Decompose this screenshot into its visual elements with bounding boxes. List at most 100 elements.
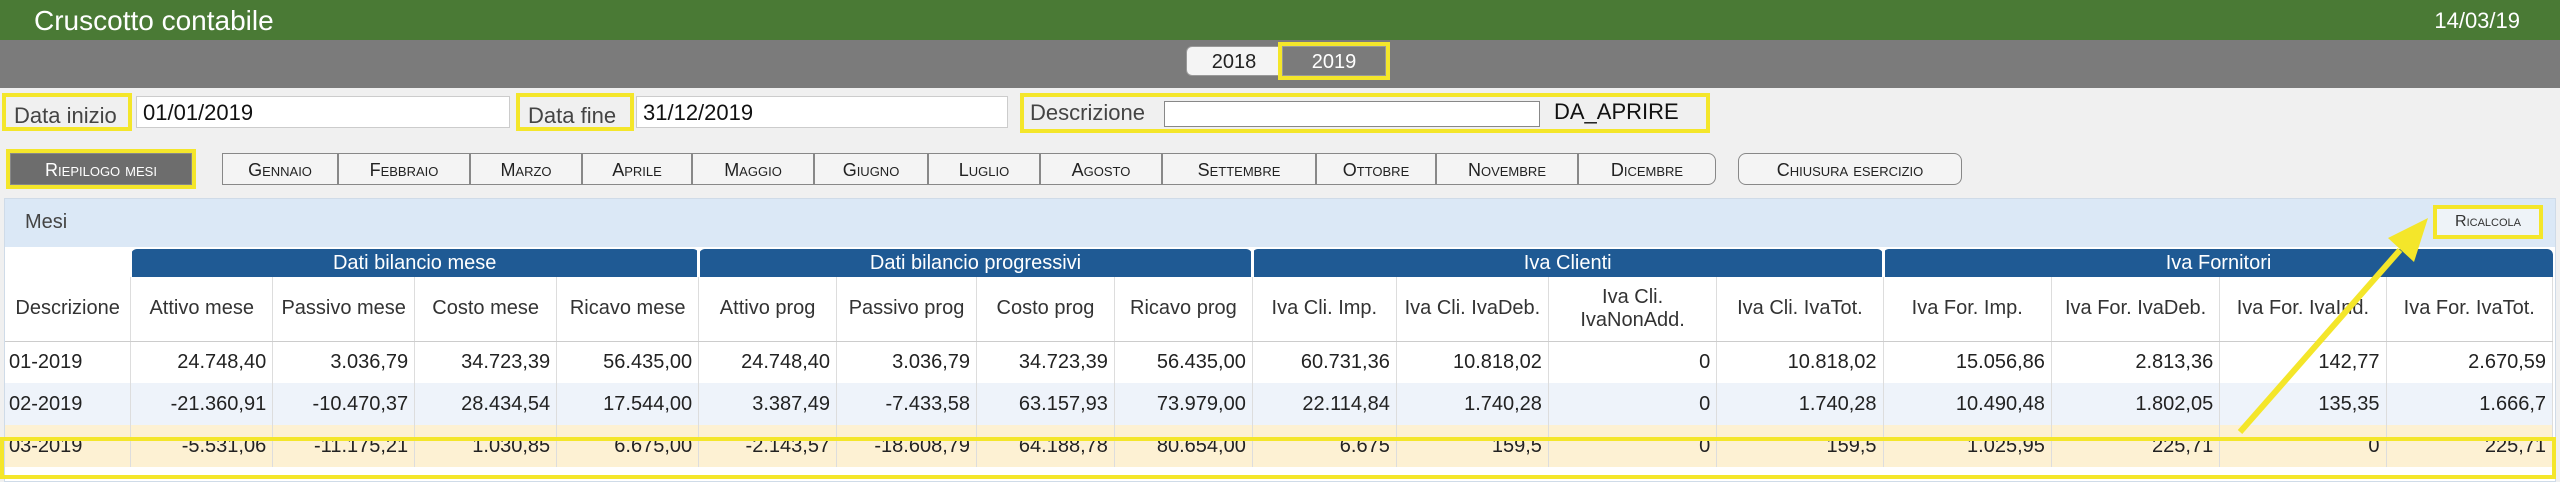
table-cell: 1.740,28	[1716, 383, 1884, 425]
col-descrizione[interactable]: Descrizione	[5, 277, 132, 342]
col-iva-cli-ivadeb[interactable]: Iva Cli. IvaDeb.	[1396, 277, 1549, 342]
col-iva-for-ivaind[interactable]: Iva For. IvaInd.	[2219, 277, 2387, 342]
table-cell: -11.175,21	[272, 425, 416, 467]
tab-agosto[interactable]: Agosto	[1040, 153, 1162, 185]
table-cell: -5.531,06	[130, 425, 274, 467]
table-cell: 73.979,00	[1114, 383, 1253, 425]
col-iva-for-imp[interactable]: Iva For. Imp.	[1883, 277, 2052, 342]
description-group: Descrizione DA_APRIRE	[1020, 93, 1710, 133]
table-cell: 135,35	[2219, 383, 2387, 425]
table-cell: -21.360,91	[130, 383, 274, 425]
description-label: Descrizione	[1030, 100, 1145, 125]
tab-aprile[interactable]: Aprile	[582, 153, 692, 185]
table-cell: 1.666,7	[2386, 383, 2554, 425]
tab-maggio[interactable]: Maggio	[692, 153, 814, 185]
start-date-input[interactable]: 01/01/2019	[136, 96, 510, 128]
table-cell: 6.675,00	[556, 425, 700, 467]
app-title: Cruscotto contabile	[34, 5, 274, 36]
year-button-2018[interactable]: 2018	[1186, 46, 1282, 76]
table-cell: 80.654,00	[1114, 425, 1253, 467]
group-iva-fornitori: Iva Fornitori	[1881, 249, 2553, 277]
col-iva-for-ivadeb[interactable]: Iva For. IvaDeb.	[2051, 277, 2221, 342]
tab-giugno[interactable]: Giugno	[814, 153, 928, 185]
filter-bar: Data inizio 01/01/2019 Data fine 31/12/2…	[0, 88, 2560, 148]
table-cell: 1.740,28	[1396, 383, 1549, 425]
col-attivo-mese[interactable]: Attivo mese	[130, 277, 274, 342]
table-cell: 15.056,86	[1883, 341, 2052, 383]
table-cell: 34.723,39	[414, 341, 558, 383]
tab-gennaio[interactable]: Gennaio	[222, 153, 338, 185]
col-costo-prog[interactable]: Costo prog	[976, 277, 1115, 342]
table-cell: 1.802,05	[2051, 383, 2221, 425]
current-date: 14/03/19	[2434, 8, 2520, 33]
group-dati-bilancio-mese: Dati bilancio mese	[129, 249, 699, 277]
table-row[interactable]: 02-2019 -21.360,91 -10.470,37 28.434,54 …	[5, 383, 2554, 425]
table-cell: 1.030,85	[414, 425, 558, 467]
tab-chiusura-esercizio[interactable]: Chiusura esercizio	[1738, 153, 1962, 185]
table-cell: 2.813,36	[2051, 341, 2221, 383]
tab-dicembre[interactable]: Dicembre	[1578, 153, 1716, 185]
column-header-row: Descrizione Attivo mese Passivo mese Cos…	[5, 277, 2554, 342]
group-dati-bilancio-progressivi: Dati bilancio progressivi	[697, 249, 1253, 277]
table-cell: 28.434,54	[414, 383, 558, 425]
col-passivo-prog[interactable]: Passivo prog	[836, 277, 977, 342]
year-button-2019[interactable]: 2019	[1278, 42, 1390, 80]
table-row-selected[interactable]: 03-2019 -5.531,06 -11.175,21 1.030,85 6.…	[5, 425, 2554, 467]
group-header-row: Dati bilancio mese Dati bilancio progres…	[5, 249, 2553, 277]
table-cell: 0	[1548, 383, 1718, 425]
table-cell: 0	[1548, 341, 1718, 383]
table-cell: -18.608,79	[836, 425, 977, 467]
col-passivo-mese[interactable]: Passivo mese	[272, 277, 416, 342]
tab-ottobre[interactable]: Ottobre	[1316, 153, 1436, 185]
table-cell: 225,71	[2051, 425, 2221, 467]
table-cell: -10.470,37	[272, 383, 416, 425]
table-cell: 225,71	[2386, 425, 2554, 467]
col-iva-for-ivatot[interactable]: Iva For. IvaTot.	[2386, 277, 2554, 342]
table-cell: 0	[2219, 425, 2387, 467]
col-iva-cli-imp[interactable]: Iva Cli. Imp.	[1252, 277, 1397, 342]
table-cell: 0	[1548, 425, 1718, 467]
table-cell: 24.748,40	[698, 341, 838, 383]
table-cell: 64.188,78	[976, 425, 1115, 467]
table-cell: 01-2019	[5, 341, 132, 383]
recalculate-button[interactable]: Ricalcola	[2433, 205, 2543, 239]
description-extra-value: DA_APRIRE	[1554, 99, 1679, 124]
col-costo-mese[interactable]: Costo mese	[414, 277, 558, 342]
col-attivo-prog[interactable]: Attivo prog	[698, 277, 838, 342]
table-cell: 10.818,02	[1716, 341, 1884, 383]
table-cell: 10.490,48	[1883, 383, 2052, 425]
tab-marzo[interactable]: Marzo	[470, 153, 582, 185]
table-cell: 159,5	[1396, 425, 1549, 467]
table-cell: 10.818,02	[1396, 341, 1549, 383]
table-cell: 22.114,84	[1252, 383, 1397, 425]
end-date-input[interactable]: 31/12/2019	[636, 96, 1008, 128]
table-cell: 6.675	[1252, 425, 1397, 467]
tab-febbraio[interactable]: Febbraio	[338, 153, 470, 185]
start-date-label: Data inizio	[2, 93, 132, 131]
table-row[interactable]: 01-2019 24.748,40 3.036,79 34.723,39 56.…	[5, 341, 2554, 383]
table-cell: 1.025,95	[1883, 425, 2052, 467]
table-cell: 56.435,00	[556, 341, 700, 383]
month-tabs: Riepilogo mesi Gennaio Febbraio Marzo Ap…	[0, 148, 2560, 194]
tab-riepilogo-mesi[interactable]: Riepilogo mesi	[6, 149, 196, 189]
table-cell: 2.670,59	[2386, 341, 2554, 383]
end-date-label: Data fine	[516, 93, 634, 131]
panel-header: Mesi Ricalcola	[5, 199, 2555, 247]
col-ricavo-mese[interactable]: Ricavo mese	[556, 277, 700, 342]
table-cell: 142,77	[2219, 341, 2387, 383]
tab-novembre[interactable]: Novembre	[1436, 153, 1578, 185]
table-cell: 24.748,40	[130, 341, 274, 383]
year-selector: 2018 2019	[0, 40, 2560, 88]
table-cell: 03-2019	[5, 425, 132, 467]
table-cell: 56.435,00	[1114, 341, 1253, 383]
tab-luglio[interactable]: Luglio	[928, 153, 1040, 185]
col-ricavo-prog[interactable]: Ricavo prog	[1114, 277, 1253, 342]
col-iva-cli-ivanonadd[interactable]: Iva Cli. IvaNonAdd.	[1548, 277, 1718, 342]
tab-settembre[interactable]: Settembre	[1162, 153, 1316, 185]
panel-title: Mesi	[25, 211, 68, 233]
table-cell: 3.387,49	[698, 383, 838, 425]
col-iva-cli-ivatot[interactable]: Iva Cli. IvaTot.	[1716, 277, 1884, 342]
description-input[interactable]	[1164, 101, 1540, 127]
table-cell: 159,5	[1716, 425, 1884, 467]
table-cell: 3.036,79	[836, 341, 977, 383]
